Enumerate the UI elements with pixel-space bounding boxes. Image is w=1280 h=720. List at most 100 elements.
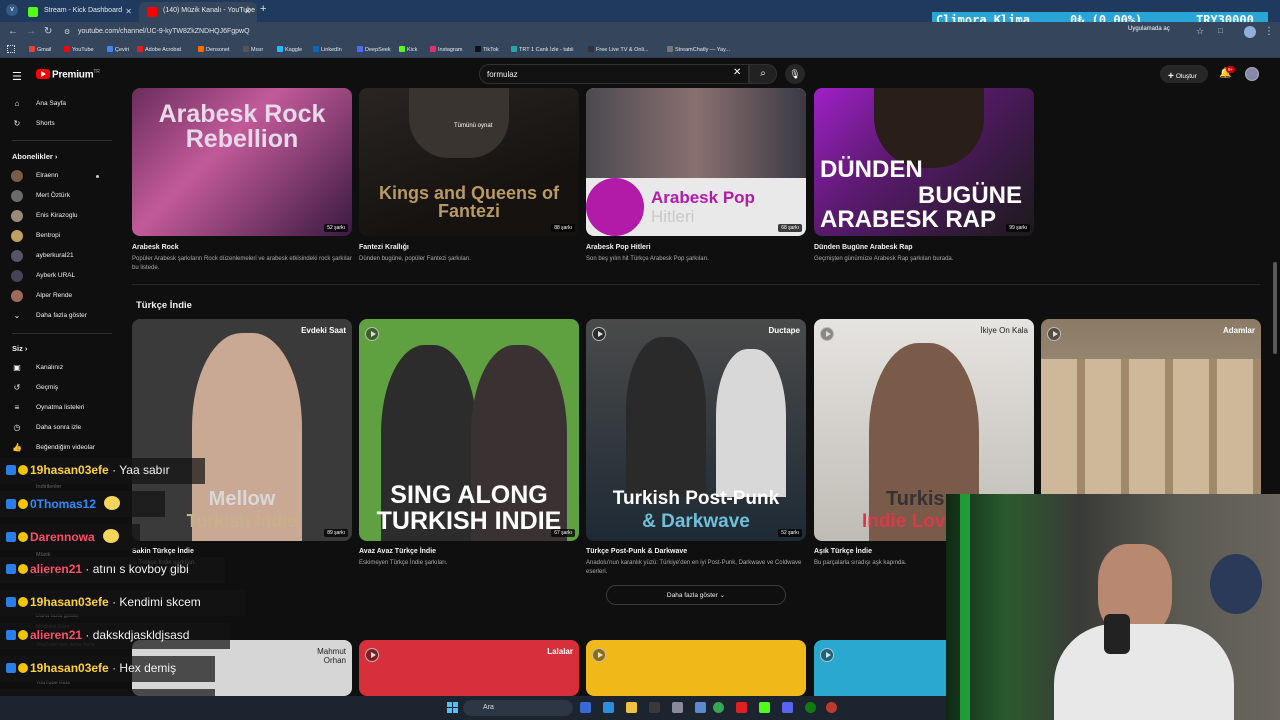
playlist-card-avaz-indie[interactable]: SING ALONG TURKISH INDIE 67 şarkı — [359, 319, 579, 541]
sidebar-item[interactable]: Elraenn — [0, 166, 120, 186]
app-icon[interactable] — [672, 702, 683, 713]
site-info-icon[interactable]: ⚙ — [64, 28, 70, 36]
bookmark-item[interactable]: Adobe Acrobat — [137, 46, 181, 53]
bookmark-item[interactable]: Densonet — [198, 46, 230, 53]
menu-icon[interactable]: ⋮ — [1264, 26, 1274, 37]
edge-icon[interactable] — [603, 702, 614, 713]
sidebar-item[interactable]: Enis Kirazoglu — [0, 206, 120, 226]
search-input[interactable]: formulaz — [479, 64, 749, 84]
subscriptions-header[interactable]: Abonelikler › — [12, 152, 57, 161]
url-field[interactable]: youtube.com/channel/UC-9-kyTW8ZkZNDHQJ6F… — [78, 25, 928, 39]
playlist-title[interactable]: Arabesk Pop Hitleri — [586, 244, 651, 251]
sidebar-item[interactable]: ▣ Kanalınız — [0, 358, 120, 378]
sidebar-item[interactable]: ≡ Oynatma listeleri — [0, 398, 120, 418]
playlist-card-sakin-indie[interactable]: Evdeki Saat Mellow Turkish Indie 89 şark… — [132, 319, 352, 541]
play-icon[interactable] — [820, 648, 834, 662]
apps-icon[interactable] — [7, 45, 15, 53]
star-icon[interactable]: ☆ — [1196, 26, 1204, 37]
youtube-logo-icon[interactable] — [36, 69, 50, 79]
playlist-card[interactable] — [586, 640, 806, 696]
bookmark-item[interactable]: Mısır — [243, 46, 263, 53]
new-tab-icon[interactable]: + — [260, 3, 266, 15]
chat-username[interactable]: 0Thomas12 — [30, 497, 96, 511]
back-icon[interactable]: ← — [8, 26, 18, 37]
play-icon[interactable] — [1047, 327, 1061, 341]
forward-icon[interactable]: → — [26, 26, 36, 37]
bookmark-item[interactable]: Free Live TV & Onli... — [588, 46, 648, 53]
sidebar-item[interactable]: Alper Rende — [0, 286, 120, 306]
chat-username[interactable]: alieren21 — [30, 628, 82, 642]
bookmark-item[interactable]: StreamChatly — Yay... — [667, 46, 730, 53]
bookmark-item[interactable]: TikTok — [475, 46, 499, 53]
youtube-app-icon[interactable] — [736, 702, 747, 713]
xbox-icon[interactable] — [805, 702, 816, 713]
clear-search-icon[interactable]: ✕ — [733, 67, 741, 78]
windows-start-icon[interactable] — [447, 702, 458, 713]
you-header[interactable]: Siz › — [12, 344, 27, 353]
show-more-button[interactable]: Daha fazla göster ⌄ — [606, 585, 786, 605]
playlist-title[interactable]: Arabesk Rock — [132, 244, 179, 251]
playlist-title[interactable]: Sakin Türkçe İndie — [132, 548, 194, 555]
bookmark-item[interactable]: Gmail — [29, 46, 51, 53]
tab-kick-dashboard[interactable]: Stream - Kick Dashboard ✕ — [20, 2, 138, 22]
hamburger-menu-icon[interactable]: ☰ — [12, 70, 22, 83]
sidebar-item[interactable]: ↻ Shorts — [0, 114, 120, 134]
play-all-overlay[interactable]: Tümünü oynat — [454, 123, 492, 129]
tab-youtube[interactable]: (140) Müzik Kanalı - YouTube ✕ — [139, 2, 257, 22]
chat-username[interactable]: 19hasan03efe — [30, 661, 109, 675]
account-avatar[interactable] — [1245, 67, 1259, 81]
sidebar-item[interactable]: ayberkural21 — [0, 246, 120, 266]
playlist-card-arabesk-pop[interactable]: Arabesk Pop Hitleri 68 şarkı — [586, 88, 806, 236]
play-icon[interactable] — [592, 327, 606, 341]
play-icon[interactable] — [365, 327, 379, 341]
play-icon[interactable] — [365, 648, 379, 662]
bookmark-item[interactable]: Instagram — [430, 46, 462, 53]
sidebar-item[interactable]: ⌂ Ana Sayfa — [0, 94, 120, 114]
play-icon[interactable] — [592, 648, 606, 662]
sidebar-item[interactable]: ◷ Daha sonra izle — [0, 418, 120, 438]
playlist-title[interactable]: Fantezi Krallığı — [359, 244, 409, 251]
bookmark-item[interactable]: LinkedIn — [313, 46, 342, 53]
bookmark-item[interactable]: Kaggle — [277, 46, 302, 53]
discord-icon[interactable] — [782, 702, 793, 713]
tab-search-icon[interactable]: v — [6, 4, 18, 16]
page-scrollbar[interactable] — [1273, 262, 1277, 354]
create-button[interactable]: + Oluştur — [1160, 65, 1208, 83]
open-in-app-button[interactable]: Uygulamada aç — [1128, 26, 1170, 32]
chat-username[interactable]: alieren21 — [30, 562, 82, 576]
reload-icon[interactable]: ↻ — [44, 26, 52, 37]
bookmark-item[interactable]: Çeviri — [107, 46, 129, 53]
voice-search-icon[interactable]: 🎙 — [785, 64, 805, 84]
chrome-icon[interactable] — [713, 702, 724, 713]
chat-username[interactable]: 19hasan03efe — [30, 463, 109, 477]
extensions-icon[interactable]: □ — [1218, 26, 1223, 35]
playlist-card-arabesk-rap[interactable]: DÜNDEN BUGÜNE ARABESK RAP 99 şarkı — [814, 88, 1034, 236]
playlist-title[interactable]: Dünden Bugüne Arabesk Rap — [814, 244, 913, 251]
playlist-card[interactable] — [814, 640, 946, 696]
sidebar-item[interactable]: ↺ Geçmiş — [0, 378, 120, 398]
sidebar-item[interactable]: ⌄ Daha fazla göster — [0, 306, 120, 326]
close-tab-icon[interactable]: ✕ — [244, 7, 251, 16]
sidebar-item[interactable]: 👍 Beğendiğim videolar — [0, 438, 120, 458]
bookmark-item[interactable]: DeepSeek — [357, 46, 391, 53]
playlist-title[interactable]: Türkçe Post-Punk & Darkwave — [586, 548, 687, 555]
sidebar-item[interactable]: Mert Öztürk — [0, 186, 120, 206]
bookmark-item[interactable]: Kick — [399, 46, 417, 53]
chat-username[interactable]: 19hasan03efe — [30, 595, 109, 609]
play-icon[interactable] — [820, 327, 834, 341]
task-view-icon[interactable] — [580, 702, 591, 713]
app-icon[interactable] — [695, 702, 706, 713]
close-tab-icon[interactable]: ✕ — [125, 7, 132, 16]
bookmark-item[interactable]: YouTube — [64, 46, 94, 53]
playlist-card-post-punk[interactable]: Ductape Turkish Post-Punk & Darkwave 52 … — [586, 319, 806, 541]
playlist-title[interactable]: Avaz Avaz Türkçe İndie — [359, 548, 436, 555]
kick-app-icon[interactable] — [759, 702, 770, 713]
playlist-title[interactable]: Aşık Türkçe İndie — [814, 548, 872, 555]
taskbar-search-input[interactable]: Ara — [463, 700, 573, 716]
file-explorer-icon[interactable] — [626, 702, 637, 713]
bookmark-item[interactable]: TRT 1 Canlı İzle - tabii — [511, 46, 574, 53]
store-icon[interactable] — [649, 702, 660, 713]
playlist-card[interactable]: Lalalar — [359, 640, 579, 696]
obs-icon[interactable] — [826, 702, 837, 713]
search-button[interactable]: ⌕ — [749, 64, 777, 84]
